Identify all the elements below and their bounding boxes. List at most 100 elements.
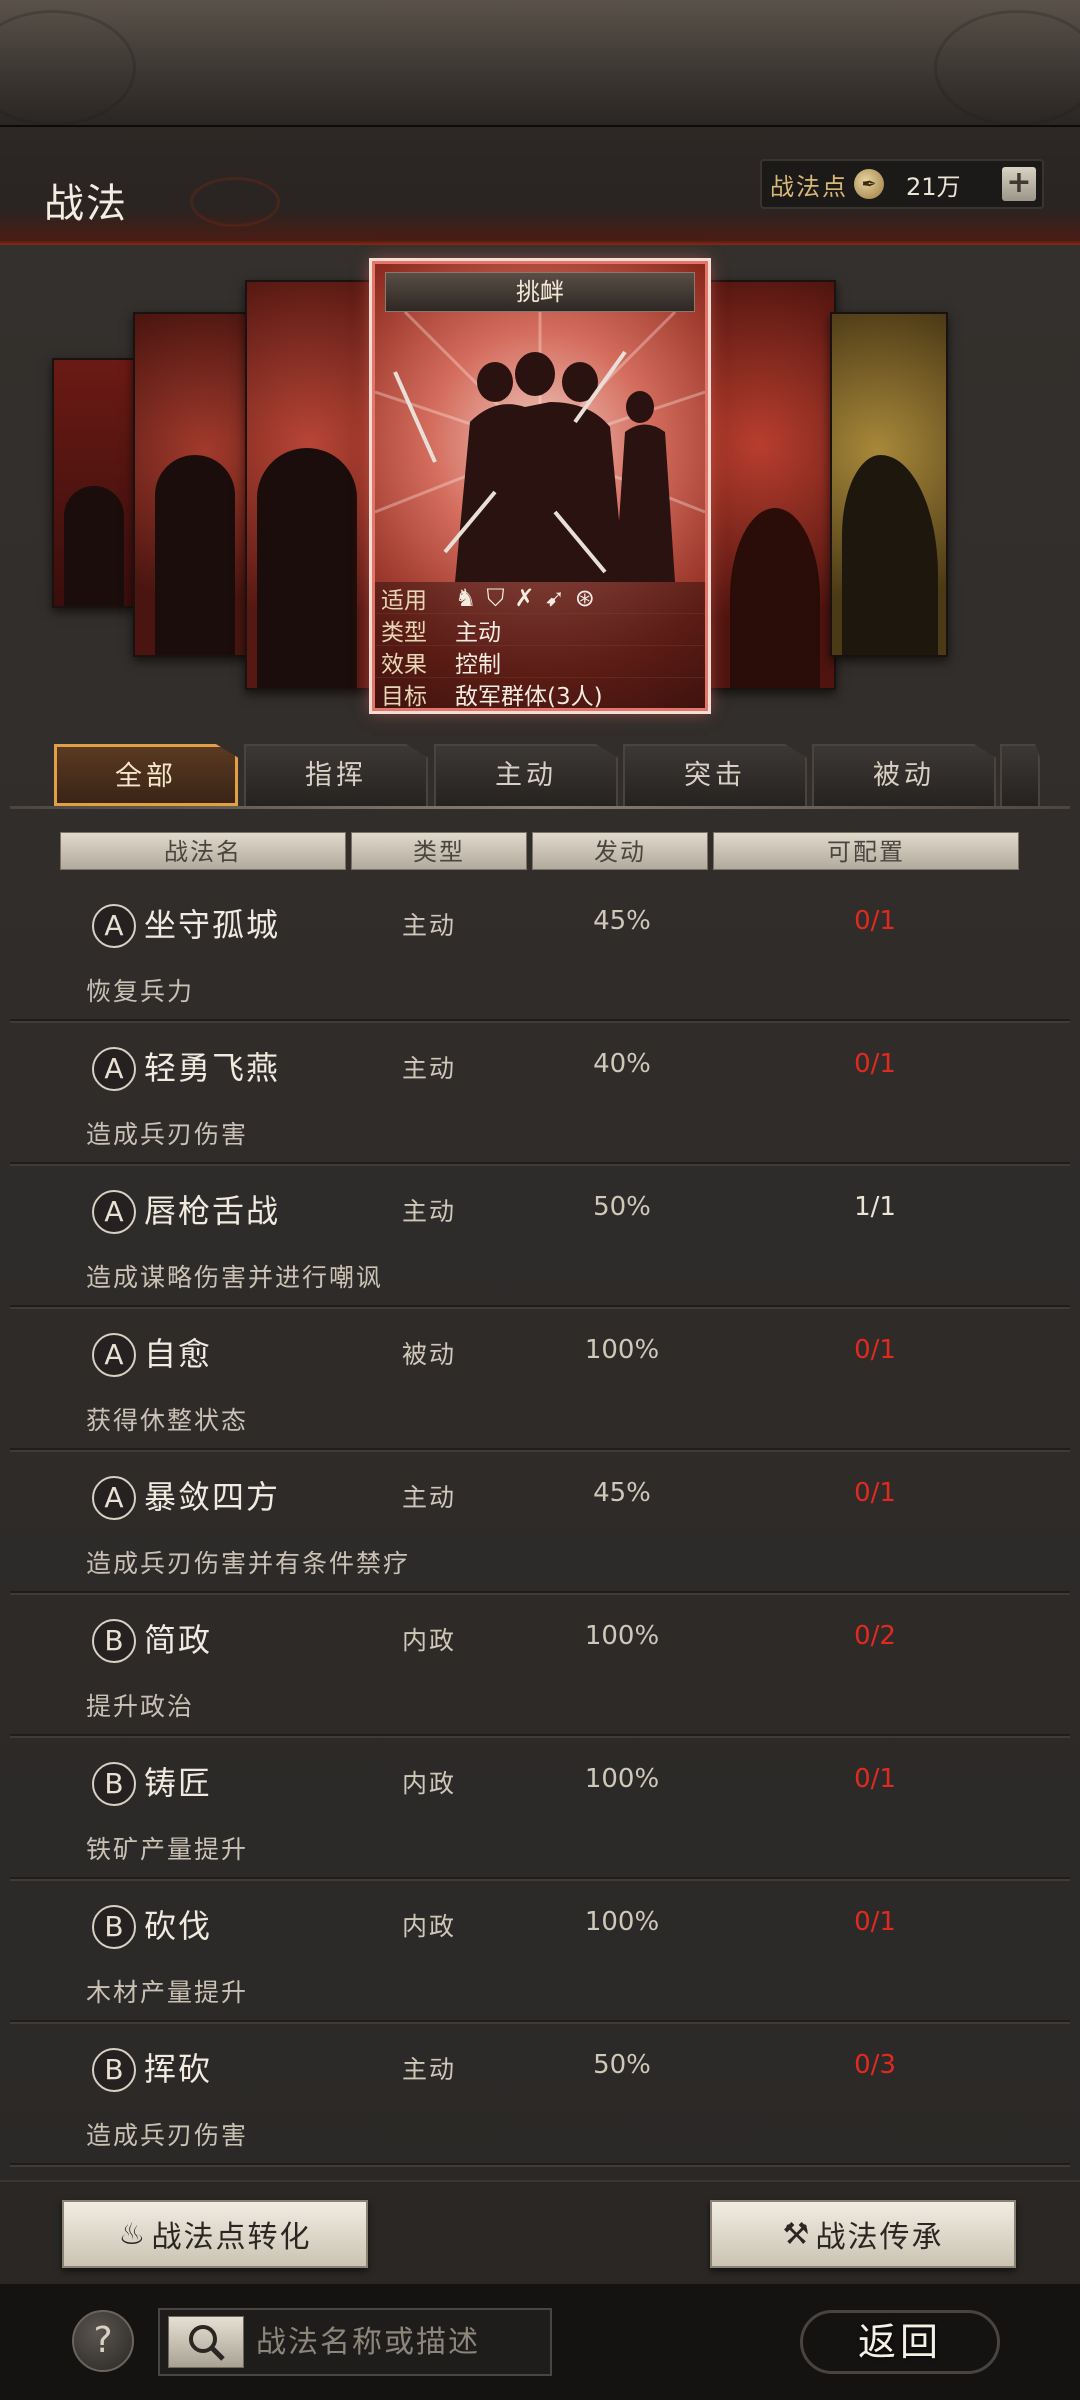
grade-badge: A xyxy=(92,1476,136,1520)
skill-row[interactable]: A 暴敛四方 主动 45% 0/1 造成兵刃伤害并有条件禁疗 xyxy=(10,1452,1070,1595)
skill-name: 暴敛四方 xyxy=(144,1478,281,1516)
grade-badge: A xyxy=(92,1333,136,1377)
skill-rate: 40% xyxy=(593,1049,651,1079)
skill-config: 0/1 xyxy=(854,906,896,936)
skill-card-side[interactable] xyxy=(708,280,836,690)
tab-active[interactable]: 主动 xyxy=(434,744,618,806)
featured-skill-title: 挑衅 xyxy=(385,272,695,312)
skill-config: 0/2 xyxy=(854,1621,896,1651)
wheel-icon: ⊛ xyxy=(574,583,595,612)
column-header-config[interactable]: 可配置 xyxy=(713,832,1019,870)
skill-config: 0/1 xyxy=(854,1907,896,1937)
tab-passive[interactable]: 被动 xyxy=(812,744,996,806)
skill-description: 提升政治 xyxy=(86,1692,195,1721)
divider xyxy=(10,806,1070,809)
grade-badge: B xyxy=(92,1762,136,1806)
skill-type: 主动 xyxy=(402,2055,457,2084)
skill-type: 主动 xyxy=(402,1054,457,1083)
quill-icon: ✒ xyxy=(854,169,884,199)
skill-config: 0/1 xyxy=(854,1049,896,1079)
skill-name: 坐守孤城 xyxy=(144,906,281,944)
header-bar: 战法 战法点 ✒ 21万 + xyxy=(0,125,1080,245)
skill-card-side[interactable] xyxy=(133,312,253,657)
tab-more[interactable] xyxy=(1000,744,1040,806)
skill-row[interactable]: B 铸匠 内政 100% 0/1 铁矿产量提升 xyxy=(10,1738,1070,1881)
search-button[interactable] xyxy=(168,2316,244,2368)
back-label: 返回 xyxy=(857,2320,942,2364)
skill-name: 简政 xyxy=(144,1621,213,1659)
skill-row[interactable]: A 轻勇飞燕 主动 40% 0/1 造成兵刃伤害 xyxy=(10,1023,1070,1166)
bow-icon: ✗ xyxy=(514,583,535,612)
skill-name: 自愈 xyxy=(144,1335,213,1373)
info-row-effect: 效果 控制 xyxy=(375,646,705,678)
skill-rate: 100% xyxy=(584,1621,660,1651)
tab-assault[interactable]: 突击 xyxy=(623,744,807,806)
hammer-icon: ⚒ xyxy=(782,2216,812,2252)
skill-config: 0/1 xyxy=(854,1335,896,1365)
filter-tabs: 全部 指挥 主动 突击 被动 xyxy=(54,744,1080,806)
tab-all[interactable]: 全部 xyxy=(54,744,238,806)
skill-config: 0/3 xyxy=(854,2050,896,2080)
info-value: 敌军群体(3人) xyxy=(455,683,603,710)
info-key: 类型 xyxy=(381,619,427,646)
skill-type: 内政 xyxy=(402,1912,457,1941)
back-button[interactable]: 返回 xyxy=(800,2300,1000,2384)
info-row-applicable: 适用 ♞ ⛉ ✗ ➹ ⊛ xyxy=(375,582,705,614)
skill-row[interactable]: A 自愈 被动 100% 0/1 获得休整状态 xyxy=(10,1309,1070,1452)
skill-rate: 45% xyxy=(593,1478,651,1508)
skill-name: 挥砍 xyxy=(144,2050,213,2088)
cloud-ornament xyxy=(190,177,280,227)
grade-badge: A xyxy=(92,1047,136,1091)
help-button[interactable]: ? xyxy=(72,2310,134,2372)
skill-description: 获得休整状态 xyxy=(86,1406,249,1435)
skill-art xyxy=(375,312,705,582)
convert-points-button[interactable]: ♨ 战法点转化 xyxy=(62,2200,368,2268)
search-input[interactable] xyxy=(256,2316,546,2368)
skill-type: 内政 xyxy=(402,1769,457,1798)
skill-row[interactable]: B 简政 内政 100% 0/2 提升政治 xyxy=(10,1595,1070,1738)
skill-description: 木材产量提升 xyxy=(86,1978,249,2007)
skill-type: 被动 xyxy=(402,1340,457,1369)
skill-name: 唇枪舌战 xyxy=(144,1192,281,1230)
info-key: 效果 xyxy=(381,651,427,678)
tab-command[interactable]: 指挥 xyxy=(244,744,428,806)
skill-rate: 50% xyxy=(593,1192,651,1222)
add-points-button[interactable]: + xyxy=(1002,167,1036,201)
skill-config: 0/1 xyxy=(854,1478,896,1508)
skill-row[interactable]: A 坐守孤城 主动 45% 0/1 恢复兵力 xyxy=(10,880,1070,1023)
skill-row[interactable]: B 挥砍 主动 50% 0/3 造成兵刃伤害 xyxy=(10,2024,1070,2167)
grade-badge: B xyxy=(92,1619,136,1663)
skill-description: 造成兵刃伤害并有条件禁疗 xyxy=(86,1549,411,1578)
skill-list[interactable]: A 坐守孤城 主动 45% 0/1 恢复兵力 A 轻勇飞燕 主动 40% 0/1… xyxy=(10,880,1070,2180)
column-header-rate[interactable]: 发动 xyxy=(532,832,708,870)
column-header-name[interactable]: 战法名 xyxy=(60,832,346,870)
grade-badge: A xyxy=(92,904,136,948)
inherit-skill-button[interactable]: ⚒ 战法传承 xyxy=(710,2200,1016,2268)
skill-description: 造成兵刃伤害 xyxy=(86,2121,249,2150)
skill-name: 砍伐 xyxy=(144,1907,213,1945)
featured-skill-card[interactable]: 挑衅 适用 ♞ ⛉ ✗ ➹ ⊛ 类型 主动 效果 控制 目标 敌军群体(3人) xyxy=(369,258,711,714)
top-background xyxy=(0,0,1080,126)
grade-badge: B xyxy=(92,1905,136,1949)
spear-icon: ➹ xyxy=(544,583,565,612)
info-row-type: 类型 主动 xyxy=(375,614,705,646)
skill-rate: 100% xyxy=(584,1335,660,1365)
skill-card-side[interactable] xyxy=(52,358,137,608)
troop-type-icons: ♞ ⛉ ✗ ➹ ⊛ xyxy=(455,584,595,612)
skill-row[interactable]: B 砍伐 内政 100% 0/1 木材产量提升 xyxy=(10,1881,1070,2024)
info-value: 控制 xyxy=(455,651,501,678)
skill-points-box: 战法点 ✒ 21万 + xyxy=(760,159,1044,209)
skill-type: 主动 xyxy=(402,1197,457,1226)
skill-card-side[interactable] xyxy=(245,280,375,690)
skill-description: 造成兵刃伤害 xyxy=(86,1120,249,1149)
skill-card-side[interactable] xyxy=(830,312,948,657)
skill-type: 内政 xyxy=(402,1626,457,1655)
featured-skill-info: 适用 ♞ ⛉ ✗ ➹ ⊛ 类型 主动 效果 控制 目标 敌军群体(3人) xyxy=(375,582,705,710)
convert-points-label: 战法点转化 xyxy=(151,2220,312,2255)
skill-rate: 50% xyxy=(593,2050,651,2080)
column-header-type[interactable]: 类型 xyxy=(351,832,527,870)
skill-description: 恢复兵力 xyxy=(86,977,195,1006)
info-key: 适用 xyxy=(381,587,427,614)
skill-row[interactable]: A 唇枪舌战 主动 50% 1/1 造成谋略伤害并进行嘲讽 xyxy=(10,1166,1070,1309)
skill-config: 1/1 xyxy=(854,1192,896,1222)
